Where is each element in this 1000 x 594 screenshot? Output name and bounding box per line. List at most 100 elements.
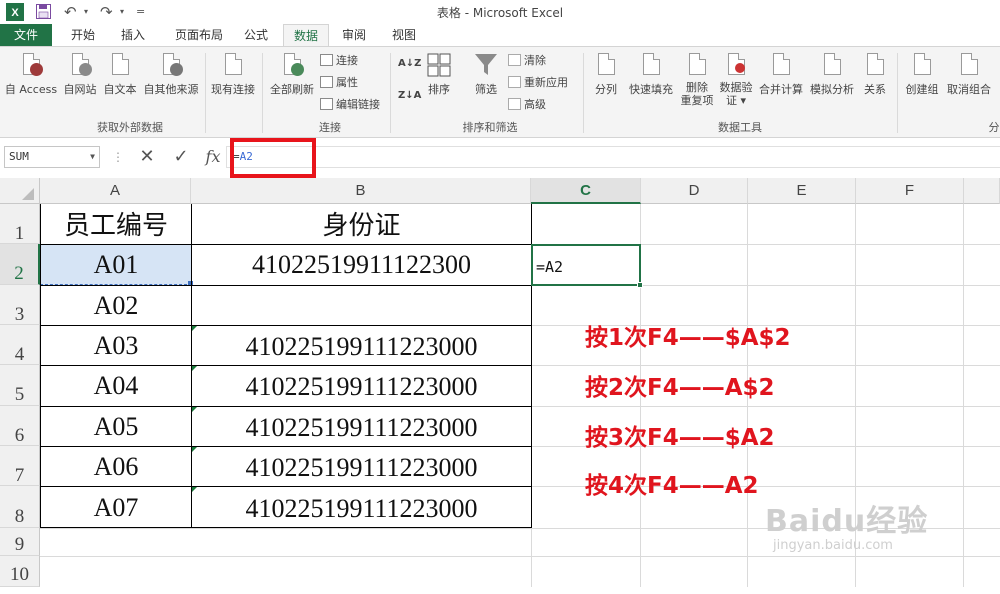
sort-button[interactable]: 排序 xyxy=(424,51,454,97)
f4-note-3: 按3次F4——$A2 xyxy=(585,425,775,451)
tab-data[interactable]: 数据 xyxy=(283,24,329,47)
what-if-analysis-button[interactable]: 模拟分析 xyxy=(806,51,858,97)
column-header-e[interactable]: E xyxy=(748,178,856,204)
column-header-c[interactable]: C xyxy=(531,178,641,204)
text-to-columns-button[interactable]: 分列 xyxy=(588,51,624,97)
worksheet-grid[interactable]: A B C D E F 1 2 3 4 5 6 7 8 9 10 员工编号 身份… xyxy=(0,178,1000,587)
cell-b6[interactable]: 410225199111223000 xyxy=(192,409,531,447)
refresh-all-button[interactable]: 全部刷新 xyxy=(266,51,318,97)
row-header-6[interactable]: 6 xyxy=(0,406,40,446)
edit-links-button[interactable]: 编辑链接 xyxy=(320,96,380,114)
tab-view[interactable]: 视图 xyxy=(384,24,424,46)
cell-a7[interactable]: A06 xyxy=(41,448,191,486)
column-header-b[interactable]: B xyxy=(191,178,531,204)
column-header-d[interactable]: D xyxy=(641,178,748,204)
from-web-button[interactable]: 自网站 xyxy=(60,51,100,97)
formula-input[interactable]: =A2 xyxy=(226,146,1000,168)
data-validation-icon xyxy=(723,51,749,79)
advanced-filter-button[interactable]: 高级 xyxy=(508,96,546,114)
cell-a4[interactable]: A03 xyxy=(41,327,191,365)
cell-a2[interactable]: A01 xyxy=(41,246,191,284)
filter-icon xyxy=(473,51,499,79)
row-header-9[interactable]: 9 xyxy=(0,528,40,556)
from-other-sources-button[interactable]: 自其他来源 xyxy=(140,51,202,97)
group-label-outline: 分 xyxy=(988,121,1000,134)
tab-formulas[interactable]: 公式 xyxy=(236,24,276,46)
row-header-2[interactable]: 2 xyxy=(0,244,40,285)
connections-icon xyxy=(320,54,333,66)
table-border xyxy=(40,325,531,326)
fill-handle[interactable] xyxy=(637,282,643,288)
existing-connections-button[interactable]: 现有连接 xyxy=(207,51,259,97)
ungroup-button[interactable]: 取消组合 xyxy=(944,51,994,97)
cell-b3[interactable] xyxy=(192,287,531,324)
row-header-1[interactable]: 1 xyxy=(0,204,40,244)
cell-b5[interactable]: 410225199111223000 xyxy=(192,368,531,406)
cancel-icon[interactable]: ✕ xyxy=(134,146,160,168)
sort-ascending-button[interactable]: A↓Z xyxy=(398,55,421,73)
existing-connections-icon xyxy=(220,51,246,79)
group-separator xyxy=(205,53,206,133)
cell-b8[interactable]: 410225199111223000 xyxy=(192,490,531,528)
from-access-button[interactable]: 自 Access xyxy=(2,51,60,97)
cell-b7[interactable]: 410225199111223000 xyxy=(192,449,531,487)
title-bar: X ↶ ▾ ↷ ▾ = 表格 - Microsoft Excel xyxy=(0,0,1000,24)
tab-home[interactable]: 开始 xyxy=(60,24,106,46)
row-header-10[interactable]: 10 xyxy=(0,556,40,587)
cell-a5[interactable]: A04 xyxy=(41,367,191,405)
from-text-button[interactable]: 自文本 xyxy=(100,51,140,97)
row-header-7[interactable]: 7 xyxy=(0,446,40,486)
column-header-a[interactable]: A xyxy=(40,178,191,204)
reapply-button[interactable]: 重新应用 xyxy=(508,74,568,92)
group-icon xyxy=(909,51,935,79)
row-header-4[interactable]: 4 xyxy=(0,325,40,365)
ungroup-icon xyxy=(956,51,982,79)
tab-page-layout[interactable]: 页面布局 xyxy=(164,24,234,46)
group-separator xyxy=(583,53,584,133)
column-header-f[interactable]: F xyxy=(856,178,964,204)
f4-note-4: 按4次F4——A2 xyxy=(585,473,759,499)
relationships-button[interactable]: 关系 xyxy=(858,51,892,97)
cell-a8[interactable]: A07 xyxy=(41,489,191,527)
row-header-3[interactable]: 3 xyxy=(0,285,40,325)
name-box-dropdown-icon[interactable]: ▼ xyxy=(90,147,95,167)
data-validation-button[interactable]: 数据验 证 ▾ xyxy=(716,51,756,107)
consolidate-button[interactable]: 合并计算 xyxy=(756,51,806,97)
tab-insert[interactable]: 插入 xyxy=(110,24,156,46)
flash-fill-button[interactable]: 快速填充 xyxy=(626,51,676,97)
enter-icon[interactable]: ✓ xyxy=(168,146,194,168)
cell-b1[interactable]: 身份证 xyxy=(192,208,531,244)
cell-a6[interactable]: A05 xyxy=(41,408,191,446)
group-label-connections: 连接 xyxy=(319,121,341,134)
cell-a3[interactable]: A02 xyxy=(41,287,191,324)
tab-file[interactable]: 文件 xyxy=(0,24,52,46)
properties-button[interactable]: 属性 xyxy=(320,74,358,92)
select-all-corner[interactable] xyxy=(0,178,40,204)
cell-b4[interactable]: 410225199111223000 xyxy=(192,328,531,366)
ribbon: 自 Access 自网站 自文本 自其他来源 现有连接 获取外部数据 全部刷新 … xyxy=(0,46,1000,138)
formula-bar: SUM ▼ ⋮ ✕ ✓ fx =A2 xyxy=(0,142,1000,172)
tab-review[interactable]: 审阅 xyxy=(334,24,374,46)
sort-descending-button[interactable]: Z↓A xyxy=(398,87,421,105)
insert-function-icon[interactable]: fx xyxy=(200,146,226,168)
active-cell-c2[interactable]: =A2 xyxy=(531,244,641,286)
remove-duplicates-button[interactable]: 删除 重复项 xyxy=(678,51,716,107)
clear-filter-button[interactable]: 清除 xyxy=(508,52,546,70)
connections-button[interactable]: 连接 xyxy=(320,52,358,70)
ribbon-tabs: 文件 开始 插入 页面布局 公式 数据 审阅 视图 xyxy=(0,24,1000,47)
watermark-sub: jingyan.baidu.com xyxy=(773,538,893,553)
cell-a1[interactable]: 员工编号 xyxy=(41,208,191,244)
group-separator xyxy=(897,53,898,133)
cell-b2[interactable]: 41022519911122300 xyxy=(192,246,531,284)
table-border xyxy=(40,406,531,407)
reapply-icon xyxy=(508,76,521,88)
row-header-5[interactable]: 5 xyxy=(0,365,40,406)
filter-button[interactable]: 筛选 xyxy=(470,51,502,97)
group-separator xyxy=(390,53,391,133)
row-header-8[interactable]: 8 xyxy=(0,486,40,528)
column-header-g[interactable] xyxy=(964,178,1000,204)
group-label-data-tools: 数据工具 xyxy=(718,121,762,134)
group-button[interactable]: 创建组 xyxy=(900,51,944,97)
name-box[interactable]: SUM ▼ xyxy=(4,146,100,168)
refresh-icon xyxy=(279,51,305,79)
